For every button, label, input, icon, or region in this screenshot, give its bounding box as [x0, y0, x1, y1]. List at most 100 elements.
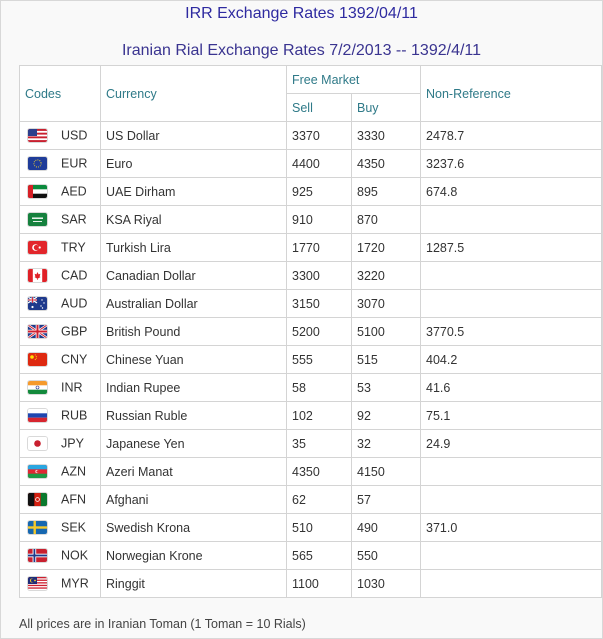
jp-flag-icon: [28, 437, 47, 451]
table-row: NOK Norwegian Krone 565 550: [19, 541, 602, 570]
currency-code: AUD: [61, 296, 88, 311]
table-row: USD US Dollar 3370 3330 2478.7: [19, 121, 602, 150]
sell-rate: 555: [286, 345, 352, 374]
sell-rate: 4350: [286, 457, 352, 486]
currency-code: AZN: [61, 464, 86, 479]
header-currency: Currency: [100, 65, 287, 122]
table-row: AZN Azeri Manat 4350 4150: [19, 457, 602, 486]
currency-name: Swedish Krona: [100, 513, 287, 542]
currency-code: EUR: [61, 156, 88, 171]
sell-rate: 102: [286, 401, 352, 430]
buy-rate: 92: [351, 401, 421, 430]
code-cell: EUR: [19, 149, 101, 178]
currency-code: USD: [61, 128, 88, 143]
non-reference-rate: 371.0: [420, 513, 602, 542]
non-reference-rate: [420, 261, 602, 290]
code-cell: INR: [19, 373, 101, 402]
currency-name: Australian Dollar: [100, 289, 287, 318]
se-flag-icon: [28, 521, 47, 535]
table-row: AED UAE Dirham 925 895 674.8: [19, 177, 602, 206]
header-buy: Buy: [351, 93, 421, 122]
table-row: INR Indian Rupee 58 53 41.6: [19, 373, 602, 402]
header-sell: Sell: [286, 93, 352, 122]
page-title: IRR Exchange Rates 1392/04/11: [185, 5, 418, 22]
table-row: SAR KSA Riyal 910 870: [19, 205, 602, 234]
ru-flag-icon: [28, 409, 47, 423]
non-reference-rate: 3770.5: [420, 317, 602, 346]
sell-rate: 3150: [286, 289, 352, 318]
sell-rate: 565: [286, 541, 352, 570]
table-row: AUD Australian Dollar 3150 3070: [19, 289, 602, 318]
currency-code: JPY: [61, 436, 84, 451]
buy-rate: 515: [351, 345, 421, 374]
buy-rate: 895: [351, 177, 421, 206]
code-cell: SEK: [19, 513, 101, 542]
sell-rate: 58: [286, 373, 352, 402]
buy-rate: 4350: [351, 149, 421, 178]
sell-rate: 1770: [286, 233, 352, 262]
code-cell: JPY: [19, 429, 101, 458]
code-cell: AUD: [19, 289, 101, 318]
non-reference-rate: 3237.6: [420, 149, 602, 178]
currency-name: Turkish Lira: [100, 233, 287, 262]
table-row: GBP British Pound 5200 5100 3770.5: [19, 317, 602, 346]
table-caption: Iranian Rial Exchange Rates 7/2/2013 -- …: [121, 42, 482, 59]
non-reference-rate: [420, 289, 602, 318]
currency-name: Ringgit: [100, 569, 287, 598]
buy-rate: 3330: [351, 121, 421, 150]
table-row: RUB Russian Ruble 102 92 75.1: [19, 401, 602, 430]
currency-code: AFN: [61, 492, 86, 507]
non-reference-rate: 1287.5: [420, 233, 602, 262]
buy-rate: 490: [351, 513, 421, 542]
code-cell: CNY: [19, 345, 101, 374]
currency-name: Canadian Dollar: [100, 261, 287, 290]
code-cell: SAR: [19, 205, 101, 234]
in-flag-icon: [28, 381, 47, 395]
sell-rate: 62: [286, 485, 352, 514]
code-cell: CAD: [19, 261, 101, 290]
non-reference-rate: [420, 541, 602, 570]
header-non-reference: Non-Reference: [420, 65, 602, 122]
currency-name: Afghani: [100, 485, 287, 514]
code-cell: USD: [19, 121, 101, 150]
currency-name: Chinese Yuan: [100, 345, 287, 374]
currency-name: Euro: [100, 149, 287, 178]
currency-code: AED: [61, 184, 87, 199]
eu-flag-icon: [28, 157, 47, 171]
code-cell: NOK: [19, 541, 101, 570]
table-row: MYR Ringgit 1100 1030: [19, 569, 602, 598]
non-reference-rate: 75.1: [420, 401, 602, 430]
sell-rate: 910: [286, 205, 352, 234]
currency-name: Russian Ruble: [100, 401, 287, 430]
sell-rate: 3300: [286, 261, 352, 290]
currency-name: Japanese Yen: [100, 429, 287, 458]
currency-code: MYR: [61, 576, 89, 591]
table-row: EUR Euro 4400 4350 3237.6: [19, 149, 602, 178]
non-reference-rate: 404.2: [420, 345, 602, 374]
ca-flag-icon: [28, 269, 47, 283]
code-cell: AFN: [19, 485, 101, 514]
buy-rate: 870: [351, 205, 421, 234]
currency-code: TRY: [61, 240, 86, 255]
cn-flag-icon: [28, 353, 47, 367]
non-reference-rate: [420, 569, 602, 598]
gb-flag-icon: [28, 325, 47, 339]
table-row: TRY Turkish Lira 1770 1720 1287.5: [19, 233, 602, 262]
au-flag-icon: [28, 297, 47, 311]
footnote: All prices are in Iranian Toman (1 Toman…: [19, 617, 306, 631]
currency-name: KSA Riyal: [100, 205, 287, 234]
ae-flag-icon: [28, 185, 47, 199]
currency-name: Azeri Manat: [100, 457, 287, 486]
sell-rate: 5200: [286, 317, 352, 346]
currency-code: GBP: [61, 324, 88, 339]
buy-rate: 32: [351, 429, 421, 458]
non-reference-rate: 41.6: [420, 373, 602, 402]
table-row: JPY Japanese Yen 35 32 24.9: [19, 429, 602, 458]
buy-rate: 53: [351, 373, 421, 402]
sell-rate: 925: [286, 177, 352, 206]
currency-code: RUB: [61, 408, 88, 423]
currency-name: Indian Rupee: [100, 373, 287, 402]
code-cell: AED: [19, 177, 101, 206]
non-reference-rate: [420, 205, 602, 234]
currency-name: UAE Dirham: [100, 177, 287, 206]
